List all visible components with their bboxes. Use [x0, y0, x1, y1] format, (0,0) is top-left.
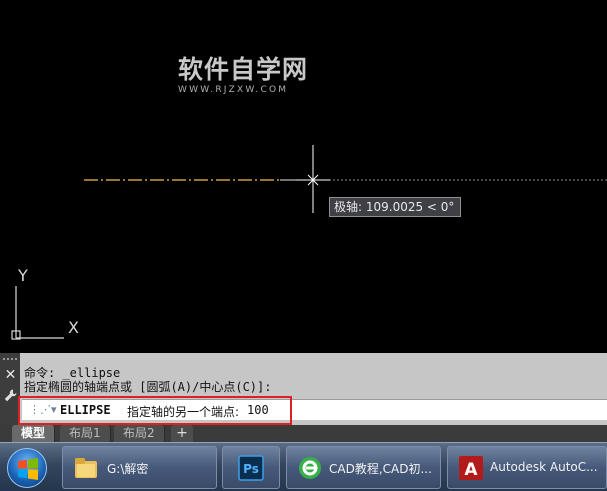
watermark: 软件自学网 WWW.RJZXW.COM: [178, 55, 328, 96]
photoshop-icon: Ps: [238, 455, 264, 481]
command-recent-icon[interactable]: ⋮⋰▾: [29, 403, 57, 417]
tab-model[interactable]: 模型: [12, 425, 56, 442]
command-history: 命令: _ellipse 指定椭圆的轴端点或 [圆弧(A)/中心点(C)]:: [24, 366, 271, 394]
ucs-y-label: Y: [18, 266, 28, 285]
start-button[interactable]: [7, 448, 47, 488]
tab-layout2[interactable]: 布局2: [114, 425, 165, 442]
windows-taskbar: G:\解密 Ps CAD教程,CAD初... A Autodesk AutoC.…: [0, 442, 607, 491]
command-line-window: ✕ 命令: _ellipse 指定椭圆的轴端点或 [圆弧(A)/中心点(C)]:…: [0, 353, 607, 425]
grip-icon[interactable]: [3, 358, 17, 363]
watermark-title: 软件自学网: [178, 55, 309, 84]
command-name: ELLIPSE: [60, 403, 111, 417]
taskbar-item-browser[interactable]: CAD教程,CAD初...: [286, 446, 441, 489]
browser-icon: [299, 457, 321, 479]
command-input-row[interactable]: ⋮⋰▾ ELLIPSE 指定轴的另一个端点: 100: [22, 399, 607, 420]
ucs-x-label: X: [68, 318, 79, 337]
layout-tab-bar: 模型 布局1 布局2 +: [0, 425, 607, 442]
taskbar-item-explorer[interactable]: G:\解密: [62, 446, 217, 489]
drawing-canvas[interactable]: 软件自学网 WWW.RJZXW.COM 极轴: 109.0025 < 0° Y …: [0, 0, 607, 353]
canvas-graphics: [11, 145, 607, 340]
ucs-icon: [11, 286, 64, 340]
autocad-icon: A: [459, 456, 483, 480]
command-input-value[interactable]: 100: [247, 403, 269, 417]
autocad-icon-text: A: [464, 460, 478, 480]
command-prompt: 指定轴的另一个端点:: [127, 405, 240, 419]
watermark-url: WWW.RJZXW.COM: [178, 85, 289, 95]
folder-icon: [75, 458, 97, 478]
command-line-handle[interactable]: ✕: [0, 353, 20, 425]
add-layout-button[interactable]: +: [171, 425, 193, 442]
photoshop-icon-text: Ps: [243, 462, 259, 476]
close-icon[interactable]: ✕: [4, 368, 17, 382]
windows-logo-icon: [18, 458, 38, 480]
history-line: 指定椭圆的轴端点或 [圆弧(A)/中心点(C)]:: [24, 380, 272, 394]
taskbar-item-label: CAD教程,CAD初...: [329, 462, 432, 476]
taskbar-item-label: Autodesk AutoC...: [490, 460, 598, 474]
wrench-icon[interactable]: [3, 388, 18, 403]
taskbar-item-photoshop[interactable]: Ps: [222, 446, 280, 489]
tab-layout1[interactable]: 布局1: [60, 425, 111, 442]
history-line: 命令: _ellipse: [24, 366, 121, 380]
taskbar-item-label: G:\解密: [107, 462, 149, 476]
crosshair-cursor: [296, 145, 330, 213]
taskbar-item-autocad[interactable]: A Autodesk AutoC...: [447, 446, 607, 489]
polar-tooltip: 极轴: 109.0025 < 0°: [329, 197, 462, 217]
